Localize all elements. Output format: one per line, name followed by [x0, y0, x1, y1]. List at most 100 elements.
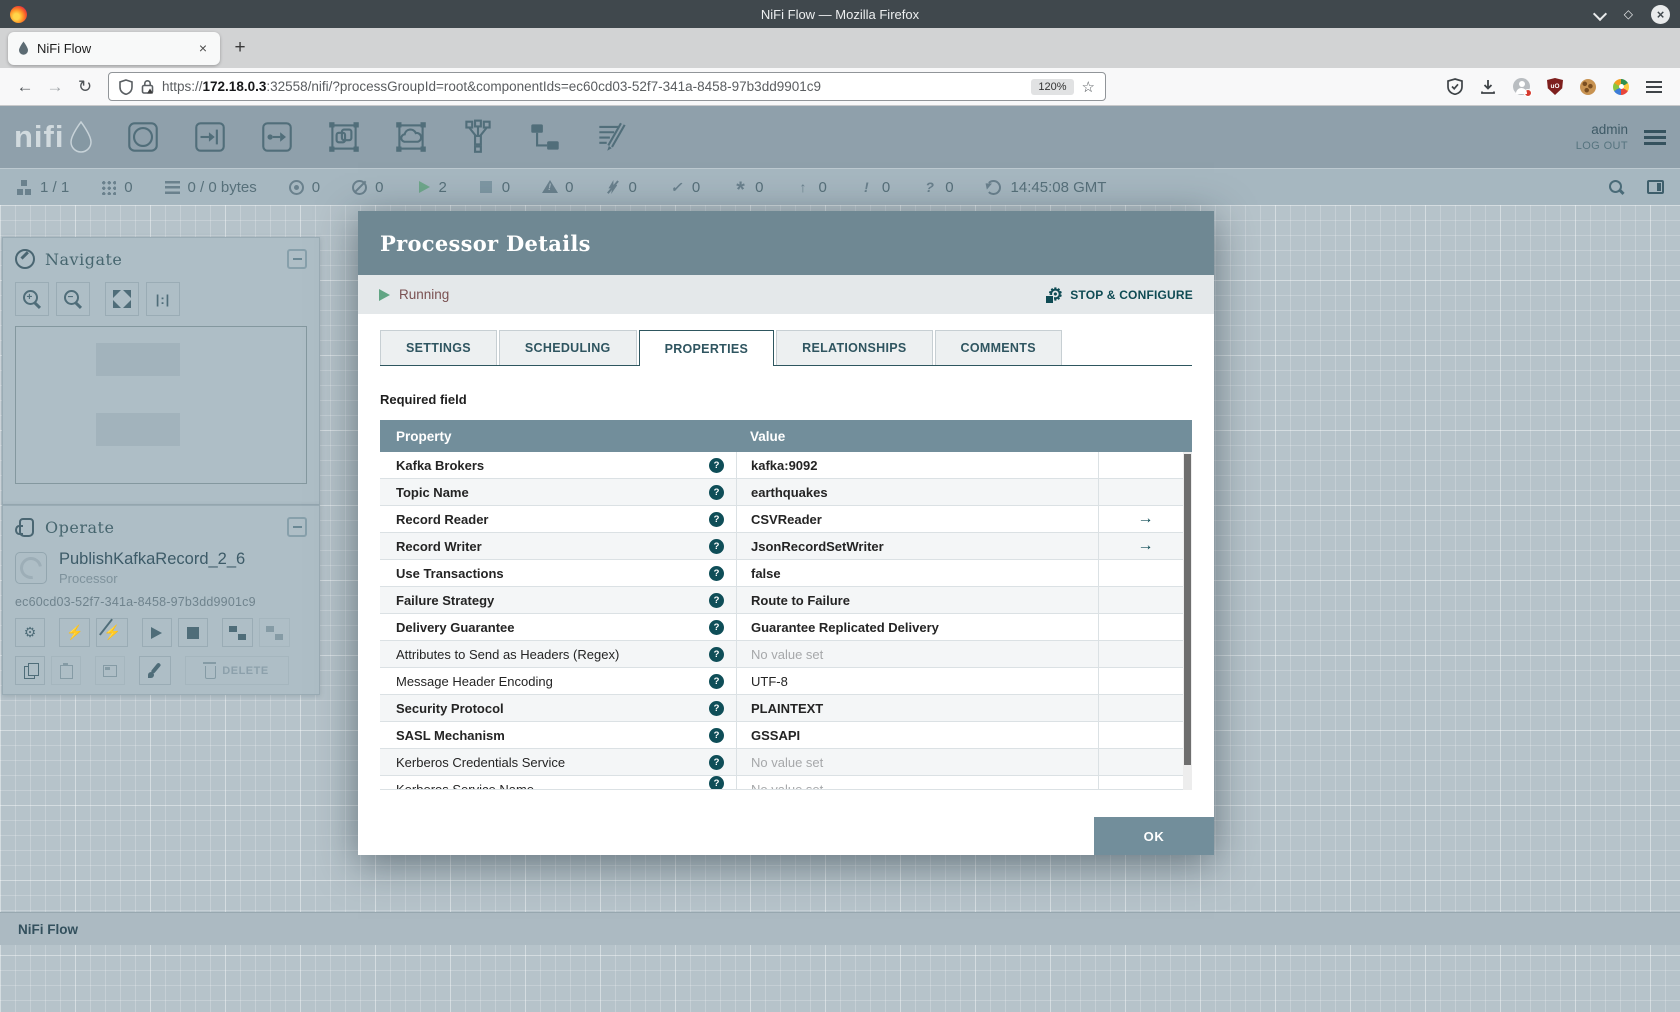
- global-menu-icon[interactable]: [1644, 129, 1666, 145]
- profile-blocked-icon[interactable]: [1513, 78, 1532, 97]
- zoom-out-button[interactable]: −: [56, 282, 90, 316]
- app-menu-icon[interactable]: [1646, 80, 1662, 93]
- logout-link[interactable]: LOG OUT: [1576, 140, 1628, 152]
- tab-settings[interactable]: SETTINGS: [380, 330, 497, 365]
- status-locally-modified: 0: [731, 179, 763, 196]
- help-icon[interactable]: ?: [709, 484, 724, 500]
- scrollbar-thumb[interactable]: [1184, 454, 1191, 765]
- status-running: 2: [414, 179, 446, 196]
- help-icon[interactable]: ?: [709, 511, 724, 527]
- tab-title: NiFi Flow: [37, 40, 92, 56]
- copy-button[interactable]: [15, 656, 45, 685]
- close-button[interactable]: ×: [1651, 4, 1670, 24]
- zoom-fit-button[interactable]: [105, 282, 139, 316]
- go-to-service-icon[interactable]: →: [1138, 537, 1154, 555]
- help-icon[interactable]: ?: [709, 457, 724, 473]
- processor-details-dialog: Processor Details Running ⚙ STOP & CONFI…: [358, 211, 1214, 855]
- zoom-actual-button[interactable]: |:|: [146, 282, 180, 316]
- help-icon[interactable]: ?: [709, 592, 724, 608]
- status-icon-up-to-date: [668, 179, 685, 196]
- browser-tab[interactable]: NiFi Flow ×: [8, 31, 220, 65]
- url-text: https://172.18.0.3:32558/nifi/?processGr…: [162, 79, 821, 94]
- dialog-header: Processor Details: [358, 211, 1214, 275]
- window-title: NiFi Flow — Mozilla Firefox: [760, 6, 920, 22]
- start-button[interactable]: [141, 618, 172, 647]
- remote-process-group-icon[interactable]: [392, 118, 430, 156]
- ublock-origin-icon[interactable]: uO: [1547, 78, 1563, 95]
- funnel-icon[interactable]: [459, 118, 497, 156]
- bookmark-star-icon[interactable]: ☆: [1082, 78, 1095, 96]
- help-icon[interactable]: ?: [709, 538, 724, 554]
- pinwheel-extension-icon[interactable]: [1613, 78, 1629, 95]
- output-port-icon[interactable]: [258, 118, 296, 156]
- stop-and-configure-button[interactable]: ⚙ STOP & CONFIGURE: [1044, 286, 1193, 304]
- go-to-service-icon[interactable]: →: [1138, 510, 1154, 528]
- tab-close-icon[interactable]: ×: [196, 40, 210, 56]
- shield-check-icon[interactable]: [1447, 78, 1463, 95]
- group-button[interactable]: [95, 656, 125, 685]
- tracking-shield-icon[interactable]: [119, 78, 133, 95]
- disable-button[interactable]: ⚡: [96, 618, 128, 647]
- birdseye-minimap[interactable]: [15, 326, 307, 484]
- property-column-header: Property: [396, 428, 452, 444]
- stop-button[interactable]: [177, 618, 208, 647]
- operate-panel: Operate PublishKafkaRecord_2_6 Processor…: [2, 505, 320, 695]
- collapse-operate-button[interactable]: [287, 517, 307, 537]
- template-icon[interactable]: [526, 118, 564, 156]
- table-header: Property Value: [380, 420, 1192, 452]
- zoom-level-badge[interactable]: 120%: [1031, 78, 1074, 95]
- minimize-button[interactable]: [1594, 9, 1606, 19]
- help-icon[interactable]: ?: [709, 619, 724, 635]
- tab-scheduling[interactable]: SCHEDULING: [498, 330, 637, 365]
- paste-button[interactable]: [51, 656, 81, 685]
- tab-comments[interactable]: COMMENTS: [934, 330, 1062, 365]
- status-icon-cluster: [16, 179, 33, 196]
- input-port-icon[interactable]: [191, 118, 229, 156]
- lock-warning-icon[interactable]: [141, 79, 154, 94]
- new-tab-button[interactable]: +: [226, 34, 254, 62]
- search-icon[interactable]: [1608, 179, 1625, 196]
- help-icon[interactable]: ?: [709, 754, 724, 770]
- property-value: Guarantee Replicated Delivery: [751, 619, 939, 635]
- panel-toggle-icon[interactable]: [1647, 180, 1664, 194]
- processor-icon[interactable]: [124, 118, 162, 156]
- download-icon[interactable]: [1480, 79, 1496, 95]
- help-icon[interactable]: ?: [709, 776, 724, 789]
- process-group-icon[interactable]: [325, 118, 363, 156]
- table-scrollbar[interactable]: [1183, 452, 1192, 790]
- tab-relationships[interactable]: RELATIONSHIPS: [776, 330, 933, 365]
- refresh-icon[interactable]: [985, 179, 1002, 196]
- breadcrumb[interactable]: NiFi Flow: [0, 912, 1680, 945]
- help-icon[interactable]: ?: [709, 646, 724, 662]
- property-name: Failure Strategy: [396, 592, 495, 608]
- forward-button[interactable]: →: [40, 73, 70, 101]
- label-icon[interactable]: [593, 118, 631, 156]
- enable-button[interactable]: ⚡: [59, 618, 91, 647]
- required-field-note: Required field: [380, 392, 467, 407]
- back-button[interactable]: ←: [10, 73, 40, 101]
- help-icon[interactable]: ?: [709, 565, 724, 581]
- save-template-button[interactable]: [221, 618, 253, 647]
- tab-properties[interactable]: PROPERTIES: [638, 330, 775, 366]
- maximize-button[interactable]: ◇: [1624, 7, 1633, 21]
- last-refresh-time: 14:45:08 GMT: [1010, 178, 1107, 196]
- property-value: No value set: [751, 782, 824, 790]
- collapse-navigate-button[interactable]: [287, 249, 307, 269]
- upload-template-button[interactable]: [258, 618, 290, 647]
- url-bar[interactable]: https://172.18.0.3:32558/nifi/?processGr…: [108, 72, 1106, 101]
- help-icon[interactable]: ?: [709, 727, 724, 743]
- ok-button[interactable]: OK: [1094, 817, 1214, 855]
- property-value: No value set: [751, 646, 824, 662]
- change-color-button[interactable]: [139, 656, 171, 685]
- reload-button[interactable]: ↻: [70, 73, 100, 101]
- property-value: earthquakes: [751, 484, 828, 500]
- zoom-in-button[interactable]: +: [15, 282, 49, 316]
- status-invalid: 0: [541, 179, 573, 196]
- status-transmitting: 0: [288, 179, 320, 196]
- cookie-icon[interactable]: [1580, 78, 1596, 95]
- help-icon[interactable]: ?: [709, 700, 724, 716]
- help-icon[interactable]: ?: [709, 673, 724, 689]
- status-disabled: 0: [604, 179, 636, 196]
- configure-button[interactable]: ⚙: [15, 618, 45, 647]
- delete-button[interactable]: DELETE: [185, 656, 289, 685]
